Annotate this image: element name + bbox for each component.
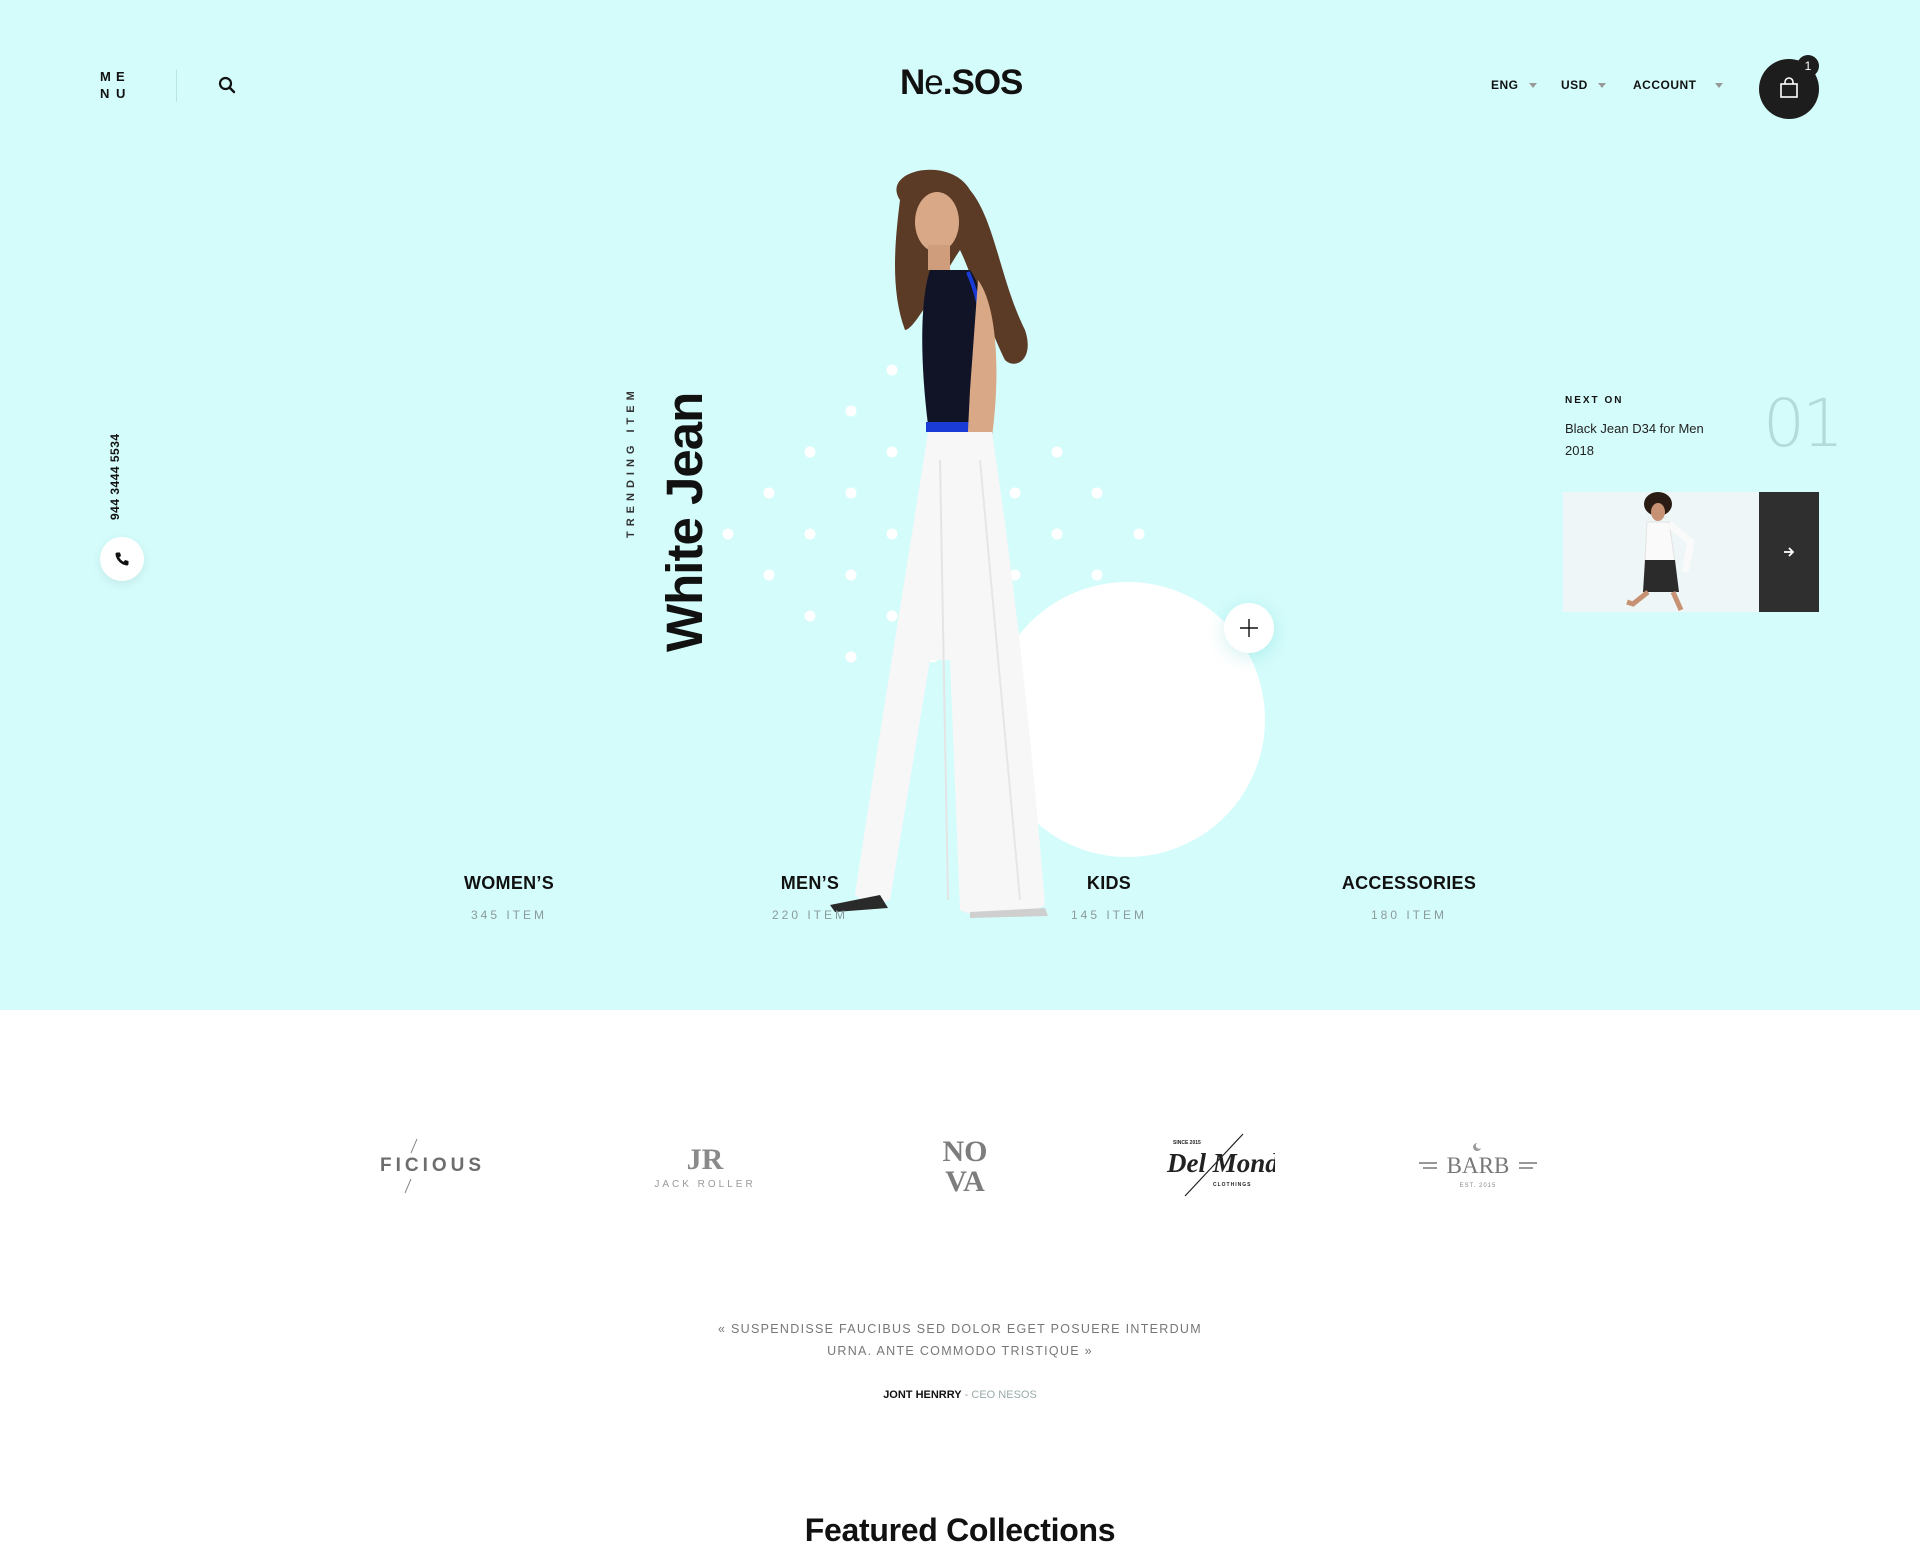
add-to-cart-button[interactable] [1224, 603, 1274, 653]
author-separator: - [961, 1389, 972, 1401]
trending-title[interactable]: White Jean [655, 393, 714, 652]
category-count: 220 ITEM [771, 908, 849, 922]
category-count: 345 ITEM [470, 908, 548, 922]
category-kids[interactable]: KIDS 145 ITEM [999, 873, 1219, 922]
hero-section: ME NU Ne.SOS ENG USD ACCOUNT 1 944 3444 … [0, 0, 1920, 1010]
next-slide-button[interactable] [1759, 492, 1819, 612]
category-mens[interactable]: MEN’S 220 ITEM [700, 873, 920, 922]
category-accessories[interactable]: ACCESSORIES 180 ITEM [1299, 873, 1519, 922]
brand-logo-nova[interactable]: NO VA [915, 1130, 1015, 1200]
category-name: WOMEN’S [463, 873, 555, 893]
brand-text: Del Mondo [1166, 1148, 1275, 1178]
category-count: 145 ITEM [1070, 908, 1148, 922]
brand-logo-barb[interactable]: BARB EST. 2015 [1410, 1130, 1545, 1200]
category-name: KIDS [1086, 873, 1132, 893]
trending-label: TRENDING ITEM [625, 386, 637, 538]
author-role: CEO NESOS [971, 1389, 1037, 1401]
brand-text: JR [687, 1143, 724, 1176]
category-womens[interactable]: WOMEN’S 345 ITEM [399, 873, 619, 922]
testimonial-author: JONT HENRRY - CEO NESOS [0, 1389, 1920, 1401]
brand-text: FICIOUS [380, 1155, 485, 1176]
next-on-title[interactable]: Black Jean D34 for Men 2018 [1565, 418, 1715, 462]
brand-logo-jack-roller[interactable]: JR JACK ROLLER [640, 1130, 770, 1200]
plus-icon [1240, 619, 1258, 637]
brand-logo-del-mondo[interactable]: SINCE 2015 Del Mondo CLOTHINGS [1150, 1130, 1280, 1200]
section-title-featured: Featured Collections [804, 1512, 1116, 1548]
author-name: JONT HENRRY [883, 1389, 962, 1401]
slide-number: 01 [1763, 385, 1844, 462]
brand-text: BARB [1446, 1153, 1509, 1178]
brand-subtext: CLOTHINGS [1213, 1182, 1251, 1188]
testimonial-quote: « SUSPENDISSE FAUCIBUS SED DOLOR EGET PO… [718, 1322, 1202, 1358]
category-name: ACCESSORIES [1341, 873, 1477, 893]
model-image[interactable] [820, 160, 1080, 930]
brand-text: NO [943, 1135, 988, 1168]
brand-subtext: JACK ROLLER [654, 1179, 755, 1190]
category-count: 180 ITEM [1370, 908, 1448, 922]
category-name: MEN’S [780, 873, 840, 893]
brand-subtext: EST. 2015 [1459, 1183, 1496, 1189]
brand-logo-ficious[interactable]: FICIOUS [360, 1130, 490, 1200]
arrow-right-icon [1784, 547, 1795, 557]
next-item-thumbnail[interactable] [1563, 492, 1759, 612]
brand-subtext: SINCE 2015 [1173, 1140, 1201, 1146]
brand-text: VA [945, 1165, 985, 1197]
next-on-label: NEXT ON [1565, 395, 1624, 406]
